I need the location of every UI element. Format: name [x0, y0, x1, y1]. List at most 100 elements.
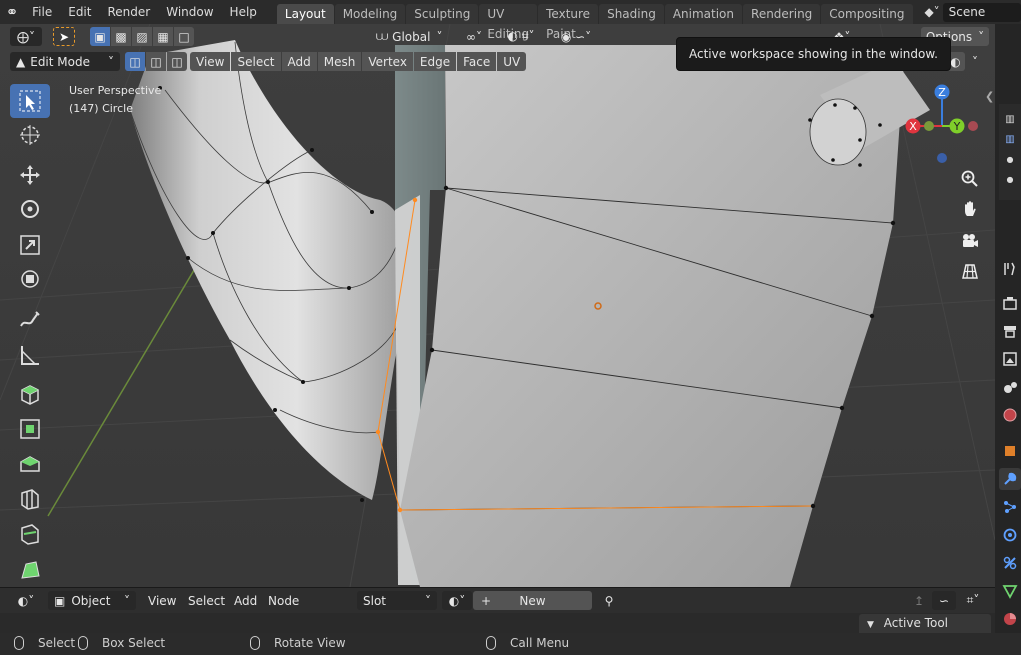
mode-dropdown[interactable]: ▲ Edit Mode ˅ [10, 52, 120, 71]
parent-node-icon[interactable]: ↥ [908, 591, 930, 610]
object-mode-label: Object [71, 593, 111, 608]
cursor-tool[interactable] [10, 118, 50, 152]
transform-tool[interactable] [10, 262, 50, 296]
proportional-edit-toggle[interactable]: ◉ ∽˅ [551, 27, 601, 46]
selection-mode-group: ▣ ▩ ▨ ▦ □ [90, 27, 194, 46]
tab-sculpting[interactable]: Sculpting [406, 4, 479, 24]
object-mode-dropdown[interactable]: ▣ Object ˅ [48, 591, 136, 610]
scale-tool[interactable] [10, 228, 50, 262]
node-editor-area[interactable] [0, 613, 995, 633]
menu-help[interactable]: Help [222, 0, 265, 24]
status-select-label: Select [38, 636, 76, 650]
edge-select-icon[interactable]: ◫ [146, 52, 166, 71]
world-properties-icon[interactable] [999, 404, 1021, 426]
tool-properties-icon[interactable] [999, 258, 1021, 280]
scene-selector-icon[interactable]: ◆˅ [922, 5, 943, 19]
poly-build-tool[interactable] [10, 553, 50, 587]
menu-edge[interactable]: Edge [413, 52, 457, 71]
menu-add[interactable]: Add [281, 52, 317, 71]
chevron-down-icon: ˅ [124, 593, 130, 608]
menu-face[interactable]: Face [457, 52, 497, 71]
pin-icon[interactable]: ⚲ [598, 591, 620, 610]
constraint-properties-icon[interactable] [999, 552, 1021, 574]
tab-texture-paint[interactable]: Texture Paint [538, 4, 599, 41]
slot-dropdown[interactable]: Slot ˅ [357, 591, 437, 610]
physics-properties-icon[interactable] [999, 524, 1021, 546]
modifier-properties-icon[interactable] [999, 468, 1021, 490]
snap-element-dropdown[interactable]: ⌗˅ [957, 591, 989, 610]
outliner-object-icon[interactable]: ▥ [999, 128, 1021, 150]
material-browse-button[interactable]: ◐˅ [442, 591, 472, 610]
tab-modeling[interactable]: Modeling [334, 4, 406, 24]
menu-add[interactable]: Add [228, 591, 263, 610]
pivot-point-dropdown[interactable]: ∞˅ [458, 27, 490, 46]
annotate-tool[interactable] [10, 303, 50, 337]
data-properties-icon[interactable] [999, 580, 1021, 602]
render-properties-icon[interactable] [999, 292, 1021, 314]
move-tool[interactable] [10, 158, 50, 192]
select-invert-icon[interactable]: ▦ [153, 27, 173, 46]
editor-type-button[interactable]: ◐˅ [8, 591, 44, 610]
knife-tool[interactable] [10, 517, 50, 551]
particle-properties-icon[interactable] [999, 496, 1021, 518]
select-new-icon[interactable]: ▣ [90, 27, 110, 46]
material-properties-icon[interactable] [999, 608, 1021, 630]
vertex-select-icon[interactable]: ◫ [125, 52, 145, 71]
measure-tool[interactable] [10, 338, 50, 372]
gizmo-neg-y-axis[interactable] [924, 121, 934, 131]
outliner-collection-icon[interactable]: ▥ [999, 108, 1021, 130]
select-subtract-icon[interactable]: ▨ [132, 27, 152, 46]
blender-logo-icon[interactable]: ⚭ [0, 3, 24, 21]
extrude-tool[interactable] [10, 412, 50, 446]
scene-name-field[interactable]: Scene [942, 2, 1021, 22]
menu-edit[interactable]: Edit [60, 0, 99, 24]
sidebar-toggle-icon[interactable]: ❮ [985, 90, 994, 103]
gizmo-neg-x-axis[interactable] [968, 121, 978, 131]
tab-shading[interactable]: Shading [599, 4, 664, 24]
inset-tool[interactable] [10, 447, 50, 481]
menu-mesh[interactable]: Mesh [317, 52, 362, 71]
navigation-gizmo[interactable]: Z X Y [898, 82, 988, 172]
menu-render[interactable]: Render [99, 0, 158, 24]
snap-toggle[interactable]: ◐ ⌗˅ [496, 27, 546, 46]
tab-compositing[interactable]: Compositing [821, 4, 913, 24]
transform-orientation-dropdown[interactable]: ⩊ Global ˅ [370, 27, 452, 46]
output-properties-icon[interactable] [999, 320, 1021, 342]
editor-type-button[interactable]: ⨁˅ [10, 27, 42, 46]
camera-view-icon[interactable] [957, 228, 983, 254]
zoom-icon[interactable] [957, 166, 983, 192]
rotate-tool[interactable] [10, 192, 50, 226]
shading-options-icon[interactable]: ˅ [966, 52, 984, 71]
select-intersect-icon[interactable]: □ [174, 27, 194, 46]
menu-select[interactable]: Select [182, 591, 231, 610]
chevron-down-icon: ˅ [108, 54, 114, 69]
menu-file[interactable]: File [24, 0, 60, 24]
menu-select[interactable]: Select [231, 52, 281, 71]
menu-view[interactable]: View [142, 591, 182, 610]
select-box-tool[interactable] [10, 84, 50, 118]
scene-properties-icon[interactable] [999, 376, 1021, 398]
new-material-button[interactable]: + New [473, 591, 592, 610]
3d-viewport[interactable] [0, 24, 995, 587]
gizmo-neg-z-axis[interactable] [937, 153, 947, 163]
tab-uv-editing[interactable]: UV Editing [479, 4, 538, 41]
active-tool-panel[interactable]: ▼ Active Tool [859, 614, 991, 633]
select-extend-icon[interactable]: ▩ [111, 27, 131, 46]
tweak-tool-button[interactable]: ➤ [53, 27, 75, 46]
menu-uv[interactable]: UV [497, 52, 527, 71]
view-layer-properties-icon[interactable] [999, 348, 1021, 370]
add-cube-tool[interactable] [10, 377, 50, 411]
object-properties-icon[interactable] [999, 440, 1021, 462]
menu-vertex[interactable]: Vertex [362, 52, 413, 71]
menu-view[interactable]: View [190, 52, 231, 71]
face-select-icon[interactable]: ◫ [167, 52, 187, 71]
menu-node[interactable]: Node [262, 591, 305, 610]
menu-window[interactable]: Window [158, 0, 221, 24]
tab-layout[interactable]: Layout [276, 4, 334, 24]
ortho-grid-icon[interactable] [957, 258, 983, 284]
tab-rendering[interactable]: Rendering [743, 4, 821, 24]
pan-hand-icon[interactable] [957, 196, 983, 222]
tab-animation[interactable]: Animation [664, 4, 743, 24]
loop-cut-tool[interactable] [10, 482, 50, 516]
snap-node-icon[interactable]: ∽ [932, 591, 956, 610]
